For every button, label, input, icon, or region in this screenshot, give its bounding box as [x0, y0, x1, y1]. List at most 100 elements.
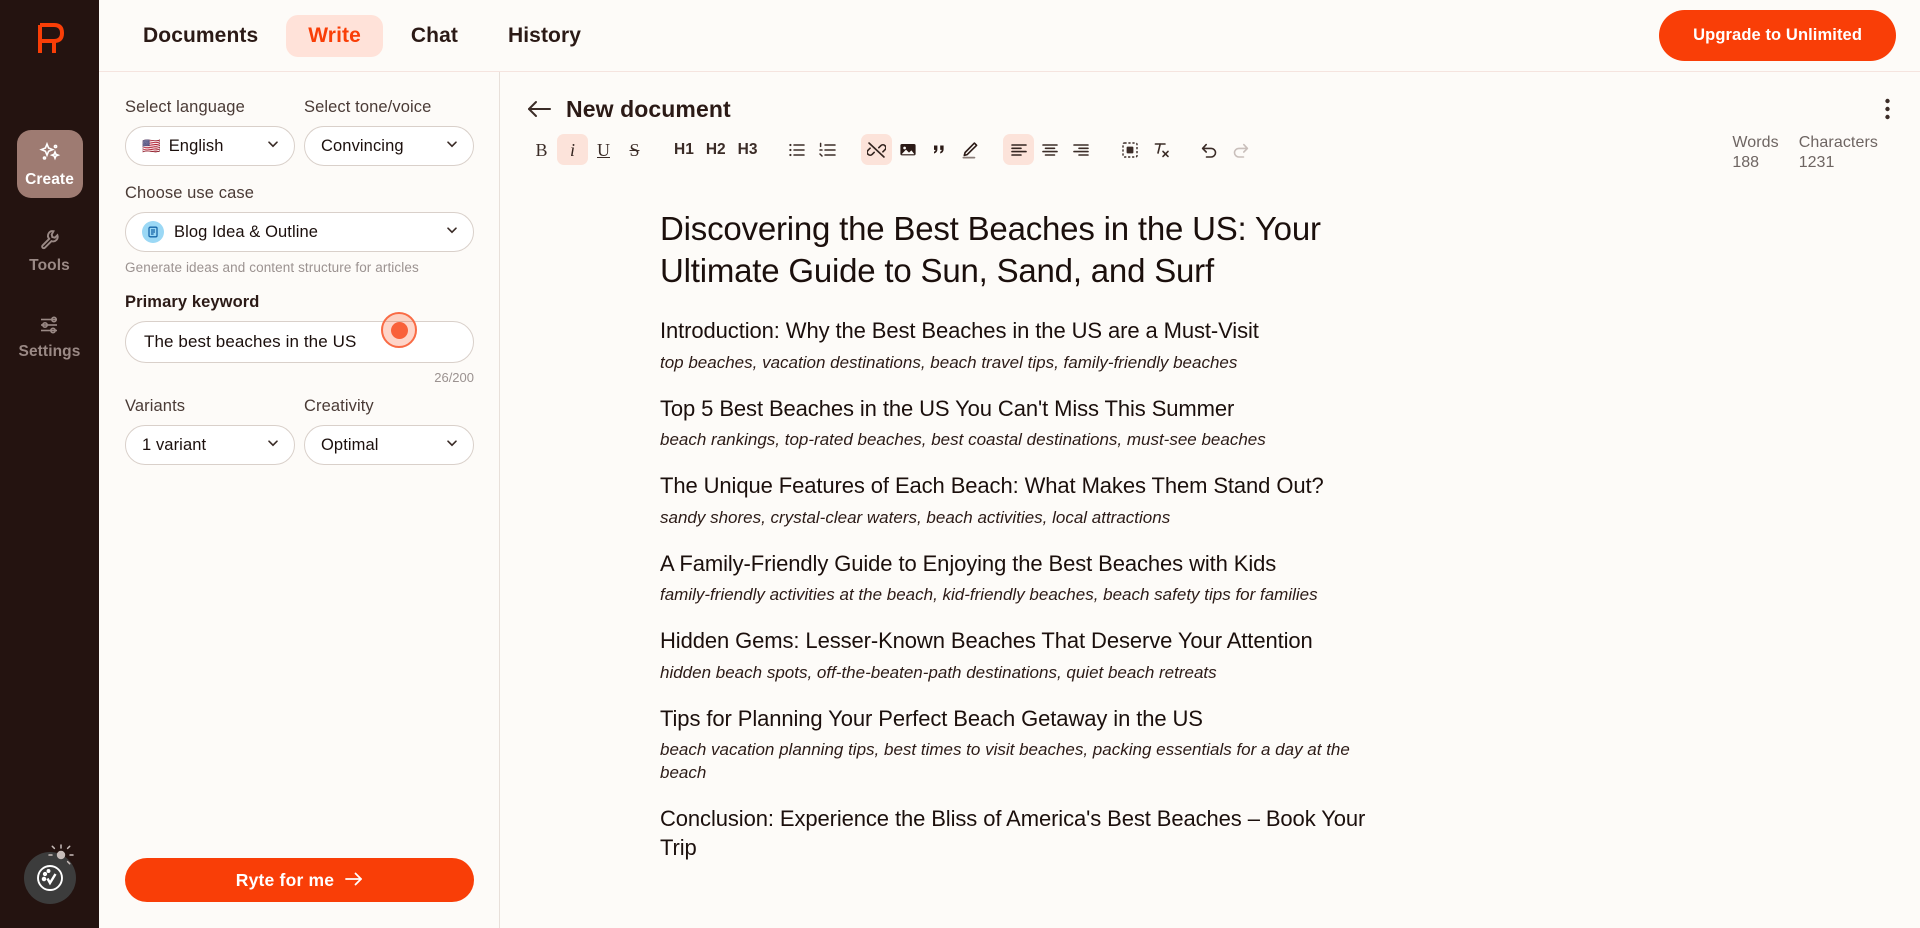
undo-icon: [1200, 141, 1219, 159]
language-select[interactable]: 🇺🇸 English: [125, 126, 295, 166]
underline-button[interactable]: U: [588, 134, 619, 165]
primary-keyword-input[interactable]: The best beaches in the US: [125, 321, 474, 363]
blog-document-icon: [142, 221, 164, 243]
generator-form-panel: Select language 🇺🇸 English Select tone/v…: [99, 72, 500, 928]
heading-3-button[interactable]: H3: [732, 134, 764, 165]
bold-button[interactable]: B: [526, 134, 557, 165]
section-keywords: beach rankings, top-rated beaches, best …: [660, 429, 1400, 452]
tone-label: Select tone/voice: [304, 98, 474, 117]
sidebar-item-tools[interactable]: Tools: [17, 216, 83, 284]
section-heading: Hidden Gems: Lesser-Known Beaches That D…: [660, 627, 1400, 656]
section-keywords: top beaches, vacation destinations, beac…: [660, 352, 1400, 375]
bullet-list-button[interactable]: [781, 134, 812, 165]
chevron-down-icon: [445, 137, 459, 156]
use-case-label: Choose use case: [125, 184, 474, 203]
main-area: Documents Write Chat History Upgrade to …: [99, 0, 1920, 928]
creativity-select[interactable]: Optimal: [304, 425, 474, 465]
document-editor: New document B i U S: [500, 72, 1920, 928]
cookie-consent-button[interactable]: [24, 852, 76, 904]
sidebar-item-create[interactable]: Create: [17, 130, 83, 198]
document-section: The Unique Features of Each Beach: What …: [660, 472, 1400, 530]
sidebar-item-label: Settings: [19, 343, 81, 361]
primary-keyword-label: Primary keyword: [125, 293, 474, 312]
section-keywords: sandy shores, crystal-clear waters, beac…: [660, 507, 1400, 530]
tab-documents[interactable]: Documents: [121, 15, 280, 57]
block-icon: [1121, 141, 1139, 159]
wrench-icon: [38, 227, 62, 251]
variants-value: 1 variant: [142, 436, 258, 455]
quote-icon: [930, 141, 948, 158]
numbered-list-button[interactable]: [812, 134, 843, 165]
heading-2-button[interactable]: H2: [700, 134, 732, 165]
arrow-right-icon: [345, 870, 363, 891]
document-heading-1: Discovering the Best Beaches in the US: …: [660, 208, 1400, 291]
language-value: English: [169, 137, 258, 156]
creativity-field: Creativity Optimal: [304, 397, 474, 465]
character-count: Characters 1231: [1799, 134, 1878, 172]
clear-formatting-button[interactable]: [1145, 134, 1176, 165]
app-root: Create Tools Settings: [0, 0, 1920, 928]
section-heading: The Unique Features of Each Beach: What …: [660, 472, 1400, 501]
chevron-down-icon: [266, 436, 280, 455]
insert-block-button[interactable]: [1114, 134, 1145, 165]
image-icon: [899, 141, 917, 158]
section-keywords: beach vacation planning tips, best times…: [660, 739, 1400, 785]
italic-button[interactable]: i: [557, 134, 588, 165]
tone-value: Convincing: [321, 137, 437, 156]
undo-button[interactable]: [1194, 134, 1225, 165]
align-right-icon: [1072, 141, 1090, 159]
document-content[interactable]: Discovering the Best Beaches in the US: …: [500, 172, 1600, 862]
use-case-field: Choose use case Blog Idea & Outline: [125, 184, 474, 275]
document-section: Top 5 Best Beaches in the US You Can't M…: [660, 395, 1400, 453]
document-scroll-area[interactable]: Discovering the Best Beaches in the US: …: [500, 172, 1920, 928]
use-case-select[interactable]: Blog Idea & Outline: [125, 212, 474, 252]
ryte-for-me-button[interactable]: Ryte for me: [125, 858, 474, 902]
back-arrow-icon[interactable]: [526, 99, 552, 119]
section-heading: Conclusion: Experience the Bliss of Amer…: [660, 805, 1400, 862]
history-group: [1194, 134, 1256, 165]
variants-label: Variants: [125, 397, 295, 416]
editor-header: New document: [500, 72, 1920, 124]
align-left-icon: [1010, 141, 1028, 159]
clear-format-icon: [1152, 141, 1170, 159]
tab-write[interactable]: Write: [286, 15, 383, 57]
section-heading: Tips for Planning Your Perfect Beach Get…: [660, 705, 1400, 734]
chevron-down-icon: [445, 436, 459, 455]
app-logo[interactable]: [30, 14, 70, 64]
section-heading: Top 5 Best Beaches in the US You Can't M…: [660, 395, 1400, 424]
language-label: Select language: [125, 98, 295, 117]
use-case-helper-text: Generate ideas and content structure for…: [125, 260, 474, 275]
more-options-icon[interactable]: [1881, 94, 1894, 124]
align-left-button[interactable]: [1003, 134, 1034, 165]
heading-1-button[interactable]: H1: [668, 134, 700, 165]
sun-icon: [46, 842, 76, 873]
variants-select[interactable]: 1 variant: [125, 425, 295, 465]
ryte-logo-icon: [30, 19, 70, 59]
spacer: [125, 275, 473, 293]
blockquote-button[interactable]: [923, 134, 954, 165]
tab-chat[interactable]: Chat: [389, 15, 480, 57]
redo-button[interactable]: [1225, 134, 1256, 165]
strikethrough-button[interactable]: S: [619, 134, 650, 165]
align-right-button[interactable]: [1065, 134, 1096, 165]
body-split: Select language 🇺🇸 English Select tone/v…: [99, 72, 1920, 928]
tab-history[interactable]: History: [486, 15, 603, 57]
highlight-button[interactable]: [954, 134, 985, 165]
variants-field: Variants 1 variant: [125, 397, 295, 465]
tone-select[interactable]: Convincing: [304, 126, 474, 166]
unlink-button[interactable]: [861, 134, 892, 165]
document-section: A Family-Friendly Guide to Enjoying the …: [660, 550, 1400, 608]
document-title[interactable]: New document: [566, 96, 731, 123]
sparkles-icon: [38, 141, 62, 165]
sidebar-item-label: Tools: [29, 257, 70, 275]
pen-icon: [960, 141, 979, 159]
numbered-list-icon: [819, 141, 837, 159]
chevron-down-icon: [445, 223, 459, 242]
top-navigation-bar: Documents Write Chat History Upgrade to …: [99, 0, 1920, 72]
sidebar-item-settings[interactable]: Settings: [17, 302, 83, 370]
upgrade-to-unlimited-button[interactable]: Upgrade to Unlimited: [1659, 10, 1896, 61]
align-center-button[interactable]: [1034, 134, 1065, 165]
bullet-list-icon: [788, 141, 806, 159]
insert-image-button[interactable]: [892, 134, 923, 165]
left-rail: Create Tools Settings: [0, 0, 99, 928]
